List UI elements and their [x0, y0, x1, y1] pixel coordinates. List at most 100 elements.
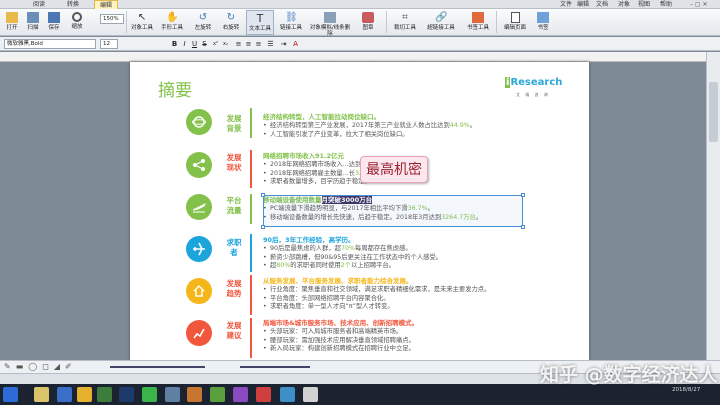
start-icon[interactable]	[3, 387, 18, 402]
hand-tool-button[interactable]: ✋ 手形工具	[158, 10, 186, 35]
folder-icon	[6, 12, 18, 23]
resize-handle[interactable]	[521, 225, 525, 229]
window-controls[interactable]: – ▢ ✕	[690, 0, 708, 9]
tab-read[interactable]: 阅读	[28, 0, 50, 9]
resize-handle[interactable]	[521, 193, 525, 197]
menu-help[interactable]: 帮助	[660, 0, 672, 9]
section-job-seeker: 90后，3年工作经验，高学历。 90后是最焦虑的人群，超70%每周都存在焦虑感。…	[263, 236, 583, 271]
rotate-left-button[interactable]: ↺ 左旋转	[190, 10, 216, 35]
app-icon[interactable]	[280, 387, 295, 402]
app-icon[interactable]	[303, 387, 318, 402]
underline-button[interactable]: U	[190, 39, 199, 49]
text-selection-box[interactable]	[263, 195, 523, 227]
menu-file[interactable]: 文件	[560, 0, 572, 9]
list-item: 平台角度：头部网络招聘平台内容聚合化。	[263, 295, 583, 304]
plane-takeoff-icon	[186, 194, 212, 220]
line-spacing-icon[interactable]: ☰	[266, 39, 275, 49]
list-item: 经济结构转型第三产业发展，2017年第三产业就业人数占比达到44.9%。	[263, 122, 583, 131]
category-label: 求职者	[226, 238, 242, 257]
menu-document[interactable]: 文档	[596, 0, 608, 9]
menu-edit[interactable]: 编辑	[577, 0, 589, 9]
zoom-button[interactable]: 缩放	[68, 10, 86, 35]
hand-icon: ✋	[166, 12, 179, 23]
bookmarks-panel-button[interactable]: 书签	[532, 10, 554, 35]
crop-tool-button[interactable]: ⌗ 裁切工具	[390, 10, 420, 35]
scan-icon	[27, 12, 39, 23]
bookmark-icon	[472, 12, 484, 23]
scan-button[interactable]: 扫描	[23, 10, 43, 35]
chart-icon	[186, 320, 212, 346]
section-background: 经济结构转型，人工智能拉动岗位缺口。 经济结构转型第三产业发展，2017年第三产…	[263, 113, 583, 139]
eraser-icon	[324, 12, 336, 23]
menu-bar: 阅读 转换 编辑 文件 编辑 文档 对象 视图 帮助 – ▢ ✕	[0, 0, 720, 9]
hyperlink-tool-button[interactable]: 🔗 超链接工具	[424, 10, 458, 35]
line-style-icon[interactable]	[110, 366, 205, 368]
align-left-icon[interactable]: ≡	[234, 39, 243, 49]
open-button[interactable]: 打开	[2, 10, 22, 35]
text-cursor-icon: T	[256, 12, 264, 25]
bookmarks-icon	[537, 12, 549, 23]
menu-view[interactable]: 视图	[638, 0, 650, 9]
taskbar	[0, 384, 720, 405]
app-icon[interactable]	[187, 387, 202, 402]
list-item: 头部玩家：可入局城市服务者和高端精英市场。	[263, 328, 583, 337]
subscript-button[interactable]: x₂	[221, 39, 230, 49]
link-tool-button[interactable]: ⛓ 链接工具	[276, 10, 306, 35]
section-divider	[250, 150, 252, 188]
page-title: 摘要	[158, 81, 192, 101]
rotate-right-button[interactable]: ↻ 右旋转	[218, 10, 244, 35]
section-advice: 局端市场&城市服务市场、技术应用、创新招聘模式。 头部玩家：可入局城市服务者和高…	[263, 319, 583, 354]
section-heading: 90后，3年工作经验，高学历。	[263, 236, 355, 244]
resize-handle[interactable]	[261, 193, 265, 197]
house-icon	[186, 278, 212, 304]
stamp-button[interactable]: 图章	[356, 10, 380, 35]
tab-edit[interactable]: 编辑	[94, 0, 119, 9]
zoom-select[interactable]: 150%	[100, 14, 124, 24]
vertical-scrollbar[interactable]	[706, 52, 720, 360]
save-button[interactable]: 保存	[44, 10, 64, 35]
arrow-style-icon[interactable]	[240, 366, 310, 368]
font-size-select[interactable]: 12	[100, 39, 118, 49]
section-heading: 局端市场&城市服务市场、技术应用、创新招聘模式。	[263, 319, 419, 327]
rotate-right-icon: ↻	[226, 12, 236, 23]
object-tool-button[interactable]: ↖ 对象工具	[128, 10, 156, 35]
font-select[interactable]: 微软雅黑,Bold	[4, 39, 96, 49]
app-icon[interactable]	[256, 387, 271, 402]
font-color-icon[interactable]: A	[291, 39, 300, 49]
bold-button[interactable]: B	[170, 39, 179, 49]
menu-object[interactable]: 对象	[618, 0, 630, 9]
app-icon[interactable]	[57, 387, 72, 402]
app-icon[interactable]	[233, 387, 248, 402]
save-icon	[48, 12, 60, 23]
bookmark-tool-button[interactable]: 书签工具	[462, 10, 494, 35]
italic-button[interactable]: I	[180, 39, 189, 49]
share-icon	[186, 152, 212, 178]
scrollbar-thumb[interactable]	[709, 82, 718, 142]
section-heading: 从服务发展、平台服务发展、求职者能力综合发展。	[263, 277, 413, 285]
photoshop-icon[interactable]	[119, 387, 134, 402]
text-tool-button[interactable]: T 文本工具	[246, 10, 274, 35]
brand-logo-subtitle: 艾 瑞 咨 询	[516, 92, 550, 97]
line-delete-button[interactable]: 对象模拟/线条删除	[308, 10, 352, 37]
strikethrough-button[interactable]: S	[200, 39, 209, 49]
align-right-icon[interactable]: ≡	[254, 39, 263, 49]
top-secret-stamp[interactable]: 最高机密	[360, 156, 428, 183]
section-heading: 经济结构转型，人工智能拉动岗位缺口。	[263, 113, 380, 121]
edit-page-button[interactable]: 编辑页面	[500, 10, 530, 35]
app-icon[interactable]	[165, 387, 180, 402]
section-divider	[250, 194, 252, 224]
superscript-button[interactable]: x²	[211, 39, 220, 49]
drawing-tools[interactable]: ✎▬◯◻◢✐	[4, 362, 77, 371]
page-icon	[510, 12, 520, 23]
section-trend: 从服务发展、平台服务发展、求职者能力综合发展。 行业角度：聚焦垂直和社交领域，满…	[263, 277, 583, 312]
indent-icon[interactable]: ⇥	[279, 39, 288, 49]
align-center-icon[interactable]: ≡	[244, 39, 253, 49]
wechat-icon[interactable]	[142, 387, 157, 402]
app-icon[interactable]	[77, 387, 92, 402]
app-icon[interactable]	[97, 387, 112, 402]
tab-convert[interactable]: 转换	[62, 0, 84, 9]
category-label: 发展趋势	[226, 279, 242, 298]
resize-handle[interactable]	[261, 225, 265, 229]
app-icon[interactable]	[210, 387, 225, 402]
file-explorer-icon[interactable]	[34, 387, 49, 402]
